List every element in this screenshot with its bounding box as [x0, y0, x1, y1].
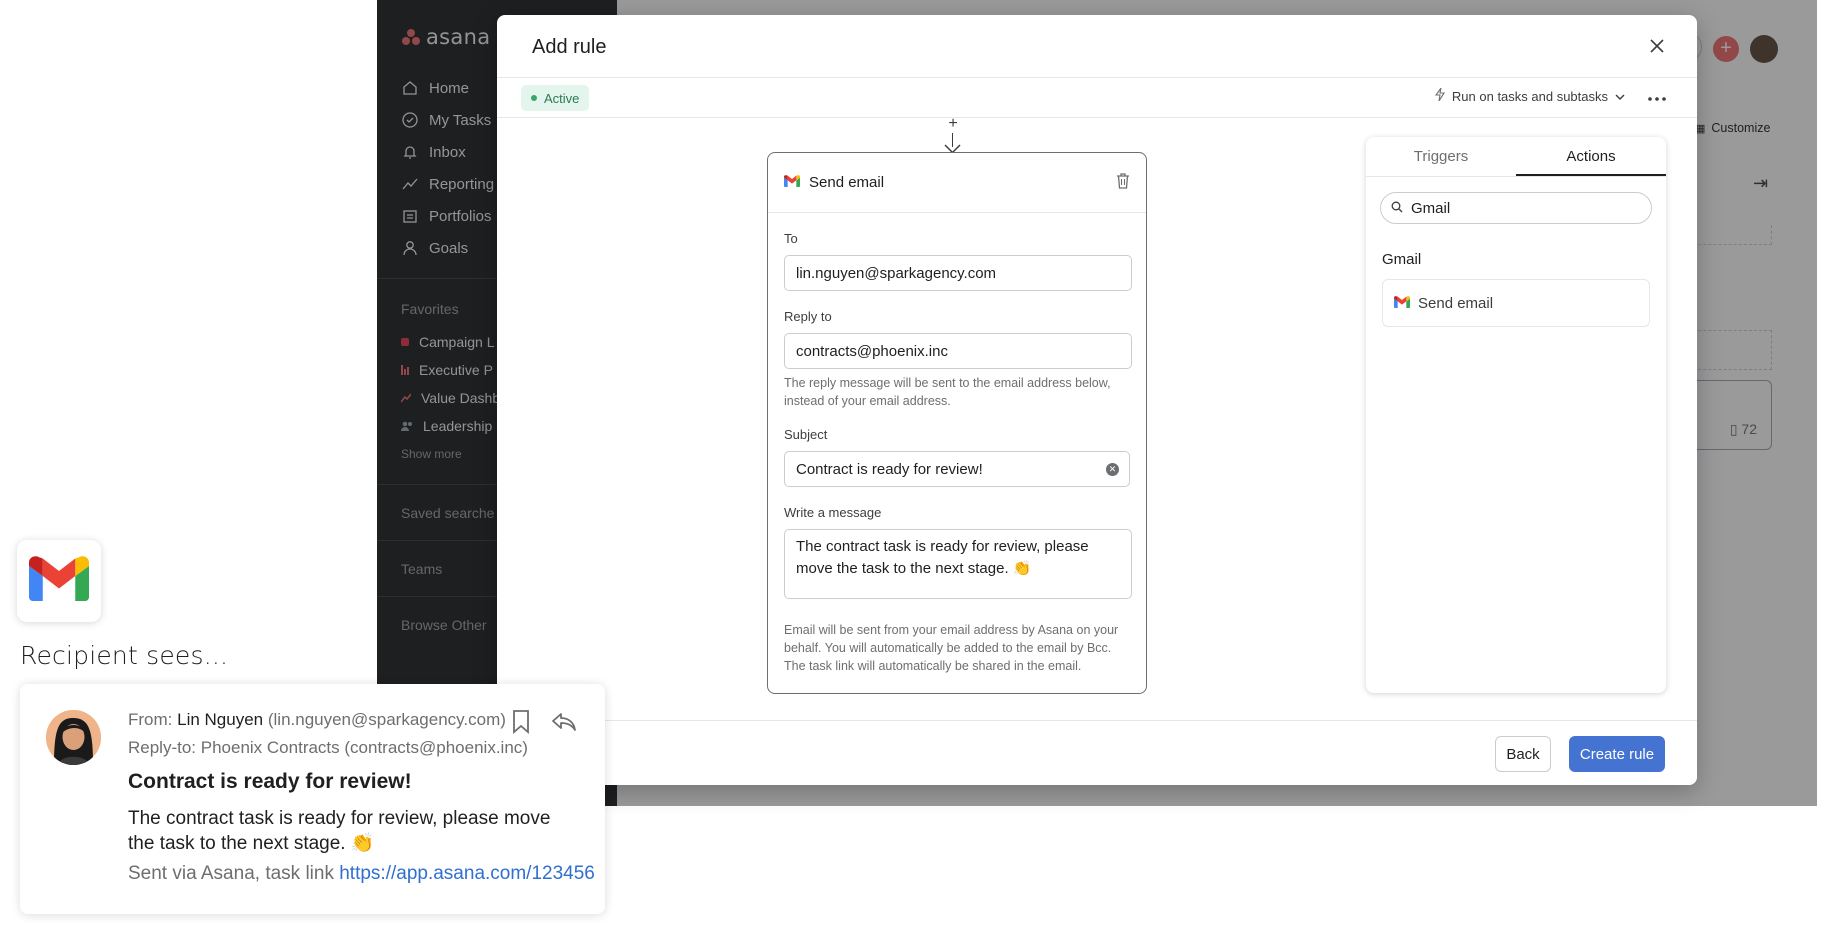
add-rule-modal: Add rule Active Run on tasks and subtask… [497, 15, 1697, 785]
gmail-icon [784, 174, 800, 191]
more-options-icon[interactable] [1645, 90, 1669, 108]
reply-icon[interactable] [551, 712, 577, 737]
reply-to-field[interactable]: contracts@phoenix.inc [784, 333, 1132, 369]
search-icon [1391, 200, 1403, 217]
email-sent-via: Sent via Asana, task link https://app.as… [128, 863, 595, 885]
rule-toolbar: Active Run on tasks and subtasks [497, 78, 1697, 118]
create-rule-button[interactable]: Create rule [1569, 736, 1665, 772]
rule-canvas: + Send email To lin.nguyen@sparkagency.c… [497, 116, 1697, 719]
run-on-dropdown[interactable]: Run on tasks and subtasks [1434, 87, 1625, 104]
from-prefix: From: [128, 710, 178, 729]
modal-footer: Back Create rule [497, 720, 1697, 785]
email-reply-to: Reply-to: Phoenix Contracts (contracts@p… [128, 738, 528, 757]
message-field[interactable]: The contract task is ready for review, p… [784, 529, 1132, 599]
subject-value: Contract is ready for review! [796, 460, 983, 478]
to-field[interactable]: lin.nguyen@sparkagency.com [784, 255, 1132, 291]
modal-header: Add rule [497, 15, 1697, 78]
card-title-label: Send email [809, 174, 885, 191]
status-dot-icon [531, 95, 537, 101]
bookmark-icon[interactable] [512, 710, 530, 739]
rule-side-panel: Triggers Actions Gmail Gmail Send email [1366, 137, 1666, 693]
gmail-icon [1394, 295, 1410, 312]
subject-field[interactable]: Contract is ready for review! ✕ [784, 451, 1130, 487]
email-from: From: Lin Nguyen (lin.nguyen@sparkagency… [128, 710, 506, 730]
search-value: Gmail [1411, 199, 1451, 217]
recipient-sees-heading: Recipient sees... [20, 641, 229, 670]
clear-icon[interactable]: ✕ [1106, 463, 1119, 476]
back-button[interactable]: Back [1495, 736, 1551, 772]
card-header: Send email [768, 153, 1146, 213]
close-icon[interactable] [1645, 34, 1669, 58]
subject-label: Subject [784, 427, 828, 442]
send-email-action-card: Send email To lin.nguyen@sparkagency.com… [767, 152, 1147, 694]
tab-triggers[interactable]: Triggers [1366, 137, 1516, 176]
status-label: Active [544, 90, 580, 106]
tab-actions[interactable]: Actions [1516, 137, 1666, 176]
result-label: Send email [1418, 294, 1494, 312]
sent-via-text: Sent via Asana, task link [128, 863, 340, 884]
reply-to-label: Reply to [784, 309, 832, 324]
lightning-icon [1434, 87, 1445, 104]
sender-avatar [46, 710, 101, 765]
gmail-icon [29, 556, 89, 606]
status-badge[interactable]: Active [521, 85, 590, 111]
trash-icon[interactable] [1116, 173, 1130, 194]
action-search-input[interactable]: Gmail [1380, 192, 1652, 224]
to-label: To [784, 231, 798, 246]
card-title: Send email [784, 174, 884, 191]
task-link[interactable]: https://app.asana.com/123456 [339, 863, 595, 884]
run-on-label: Run on tasks and subtasks [1451, 88, 1608, 104]
email-preview-card: From: Lin Nguyen (lin.nguyen@sparkagency… [20, 684, 605, 914]
from-email: (lin.nguyen@sparkagency.com) [263, 710, 506, 729]
modal-title: Add rule [532, 36, 607, 58]
message-label: Write a message [784, 505, 882, 520]
send-email-action-option[interactable]: Send email [1382, 279, 1650, 327]
panel-tabs: Triggers Actions [1366, 137, 1666, 177]
email-footer-hint: Email will be sent from your email addre… [784, 623, 1119, 673]
email-subject: Contract is ready for review! [128, 770, 412, 793]
from-name: Lin Nguyen [177, 710, 264, 729]
gmail-logo [17, 540, 101, 622]
email-body: The contract task is ready for review, p… [128, 808, 551, 854]
chevron-down-icon [1615, 89, 1625, 104]
add-step-icon[interactable]: + [946, 116, 960, 132]
result-group-label: Gmail [1382, 251, 1422, 268]
reply-to-hint: The reply message will be sent to the em… [784, 376, 1111, 408]
